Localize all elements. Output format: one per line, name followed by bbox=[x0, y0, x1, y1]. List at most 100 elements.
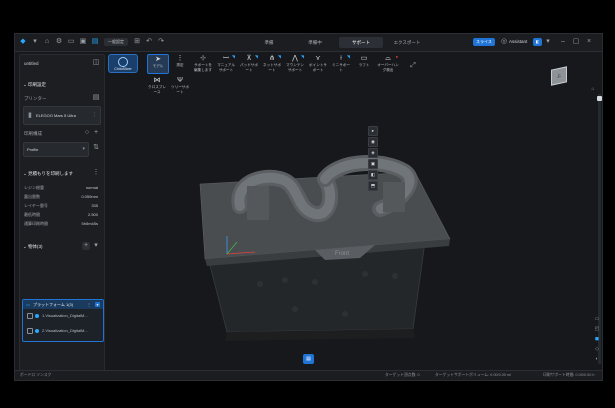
chevron-down-icon: ▾ bbox=[82, 146, 85, 152]
printer-icon[interactable]: ▤ bbox=[91, 38, 99, 46]
print-params-title[interactable]: ⌄ 見積もりを印刷します bbox=[23, 171, 73, 177]
left-panel: untitled ◫ ⌄ 印刷設定 プリンター ▤ ▮ ELEGOO Mars … bbox=[19, 54, 105, 374]
params-edit-icon[interactable]: ⋮ bbox=[92, 169, 100, 177]
side-tool-2-icon[interactable]: ◰ bbox=[594, 326, 600, 332]
profile-swap-icon[interactable]: ⇅ bbox=[92, 144, 100, 152]
viewport-3d[interactable]: Front bbox=[165, 124, 465, 344]
profile-add-icon[interactable]: + bbox=[92, 129, 100, 137]
tree-support-icon: Ψ bbox=[177, 77, 183, 84]
view-perspective-icon[interactable]: ◈ bbox=[368, 148, 378, 158]
printer-more-icon[interactable]: ⋮ bbox=[92, 112, 97, 118]
param-row: レジン総重 normal bbox=[24, 185, 98, 190]
tab-export[interactable]: エクスポート bbox=[385, 37, 429, 48]
status-left: ボードロ ソンスク bbox=[20, 373, 52, 377]
view-side-icon[interactable]: ◧ bbox=[368, 170, 378, 180]
object-checkbox[interactable] bbox=[27, 313, 33, 319]
view-fit-icon[interactable]: ◉ bbox=[368, 137, 378, 147]
tool-manual-support[interactable]: ꟷ ◥ マニュアルサポート bbox=[216, 54, 236, 72]
print-settings-title[interactable]: ⌄ 印刷設定 bbox=[23, 82, 46, 88]
model-base-right bbox=[383, 182, 405, 212]
account-button[interactable]: ◧ bbox=[533, 38, 542, 46]
tab-preparing[interactable]: 準備中 bbox=[293, 37, 337, 48]
layer-slider-track[interactable] bbox=[598, 94, 601, 364]
printer-settings-icon[interactable]: ▤ bbox=[92, 94, 100, 102]
save-icon[interactable]: ▣ bbox=[79, 38, 87, 46]
object-list: ▭ プラットフォーム 1(3) ⋮ ▾ 1.Visualization_Digi… bbox=[22, 299, 104, 342]
param-row: 露出層数 0.050mm bbox=[24, 194, 98, 199]
panel-collapse-icon[interactable]: ◫ bbox=[92, 59, 100, 67]
view-toolbar-handle[interactable]: ▸ bbox=[368, 126, 378, 136]
param-row: 最低時間 2.500 bbox=[24, 212, 98, 217]
tool-crossbrace[interactable]: ⋈ クロスブレース bbox=[147, 76, 167, 94]
objects-title[interactable]: ⌄ 物体(3) bbox=[23, 244, 43, 250]
profile-select[interactable]: Profile ▾ bbox=[23, 142, 89, 157]
redo-icon[interactable]: ↷ bbox=[157, 38, 165, 46]
folder-icon[interactable]: ▭ bbox=[67, 38, 75, 46]
list-item[interactable]: 2.Visualization_DigitalM... bbox=[23, 325, 103, 336]
view-top-icon[interactable]: ⬒ bbox=[368, 181, 378, 191]
profile-label: 印刷構成 bbox=[24, 131, 42, 136]
param-row: レイヤー層号 335 bbox=[24, 203, 98, 208]
printer-select[interactable]: 一般設定 bbox=[104, 38, 128, 46]
platform-more-icon[interactable]: ⋮ bbox=[87, 300, 91, 309]
tool-tree-support[interactable]: Ψ ツリーサポート bbox=[170, 76, 190, 94]
ruler-icon: ⋮ bbox=[176, 55, 184, 62]
printer-name: ELEGOO Mars 5 Ultra bbox=[36, 113, 76, 118]
settings-icon[interactable]: ⚙ bbox=[55, 38, 63, 46]
object-name: 2.Visualization_DigitalM... bbox=[42, 328, 88, 333]
layer-view-button[interactable]: ▤ bbox=[303, 354, 314, 364]
tool-raft[interactable]: ▭ ラフト bbox=[354, 54, 374, 72]
tab-prepare[interactable]: 準備 bbox=[247, 37, 291, 48]
tool-measure[interactable]: ⋮ 測定 bbox=[170, 54, 190, 72]
undo-icon[interactable]: ↶ bbox=[145, 38, 153, 46]
tool-net-support[interactable]: ⋔ ◥ ネットサポート bbox=[262, 54, 282, 72]
side-tool-4-icon[interactable]: ◇ bbox=[594, 346, 600, 352]
close-icon[interactable]: × bbox=[585, 38, 593, 46]
tool-model[interactable]: ➤ モデル bbox=[147, 54, 169, 74]
add-object-icon[interactable]: + bbox=[82, 242, 90, 250]
list-item[interactable]: 1.Visualization_DigitalM... bbox=[23, 310, 103, 321]
support-edit-icon: ⊹ bbox=[200, 55, 206, 62]
status-volume: ターゲットサポートボリューム: 0.00/0.00 ml bbox=[435, 373, 512, 377]
view-cube[interactable]: 上 bbox=[551, 66, 567, 86]
printer-label: プリンター bbox=[24, 96, 47, 101]
home-icon[interactable]: ⌂ bbox=[43, 38, 51, 46]
account-chevron-icon[interactable]: ▾ bbox=[544, 38, 552, 46]
platform-row[interactable]: ▭ プラットフォーム 1(3) ⋮ ▾ bbox=[23, 300, 103, 309]
profile-info-icon[interactable]: ○ bbox=[83, 129, 91, 137]
tab-support[interactable]: サポート bbox=[339, 37, 383, 48]
view-front-icon[interactable]: ▣ bbox=[368, 159, 378, 169]
menu-chevron-icon[interactable]: ▾ bbox=[31, 38, 39, 46]
assistant-label[interactable]: Assistant bbox=[509, 38, 527, 46]
minimize-icon[interactable]: – bbox=[559, 38, 567, 46]
app-logo-icon[interactable]: ◆ bbox=[19, 38, 27, 46]
assistant-icon[interactable]: ◎ bbox=[500, 38, 508, 46]
layer-slider-top-handle[interactable] bbox=[597, 96, 602, 101]
printer-select-box[interactable]: ▮ ELEGOO Mars 5 Ultra ⋮ bbox=[23, 106, 101, 125]
objects-chevron-icon[interactable]: ▾ bbox=[92, 242, 100, 250]
platform-icon: ▭ bbox=[26, 302, 30, 307]
tool-overhang[interactable]: ⌓ ● オーバーハング検出 bbox=[377, 54, 399, 72]
platform-chevron-icon[interactable]: ▾ bbox=[95, 302, 100, 307]
tool-point-support[interactable]: ⋎ ポイントサポート bbox=[308, 54, 328, 72]
maximize-icon[interactable]: ▢ bbox=[572, 38, 580, 46]
point-support-icon: ⋎ bbox=[315, 55, 321, 62]
tool-edit-support[interactable]: ⊹ サポートを編集します bbox=[193, 54, 213, 72]
object-color-icon bbox=[35, 329, 39, 333]
side-tool-5-icon[interactable]: ◐ bbox=[594, 356, 600, 362]
param-row: 通算印刷時間 5h5m45s bbox=[24, 221, 98, 226]
project-name: untitled bbox=[24, 61, 39, 66]
expand-tools-icon[interactable]: ⤢ bbox=[409, 62, 417, 70]
platform-label: プラットフォーム 1(3) bbox=[33, 302, 74, 307]
side-tool-1-icon[interactable]: ▭ bbox=[594, 316, 600, 322]
grid-icon[interactable]: ⊞ bbox=[133, 38, 141, 46]
side-tool-3-icon[interactable]: ◼ bbox=[594, 336, 600, 342]
tool-mountain-support[interactable]: ⋀ ◥ マウンテンサポート bbox=[285, 54, 305, 72]
tool-pad-support[interactable]: ⊼ ◥ パッドサポート bbox=[239, 54, 259, 72]
status-time: 印刷サポート時間: 0.00/0.00 h bbox=[543, 373, 595, 377]
tool-mini-support[interactable]: ⍿ ◥ ミニサポート bbox=[331, 54, 351, 72]
slice-button[interactable]: スライス bbox=[473, 38, 495, 46]
home-view-icon[interactable]: ⌂ bbox=[590, 86, 596, 92]
object-checkbox[interactable] bbox=[27, 328, 33, 334]
chitubox-button[interactable]: ChituSlicer bbox=[108, 54, 138, 73]
